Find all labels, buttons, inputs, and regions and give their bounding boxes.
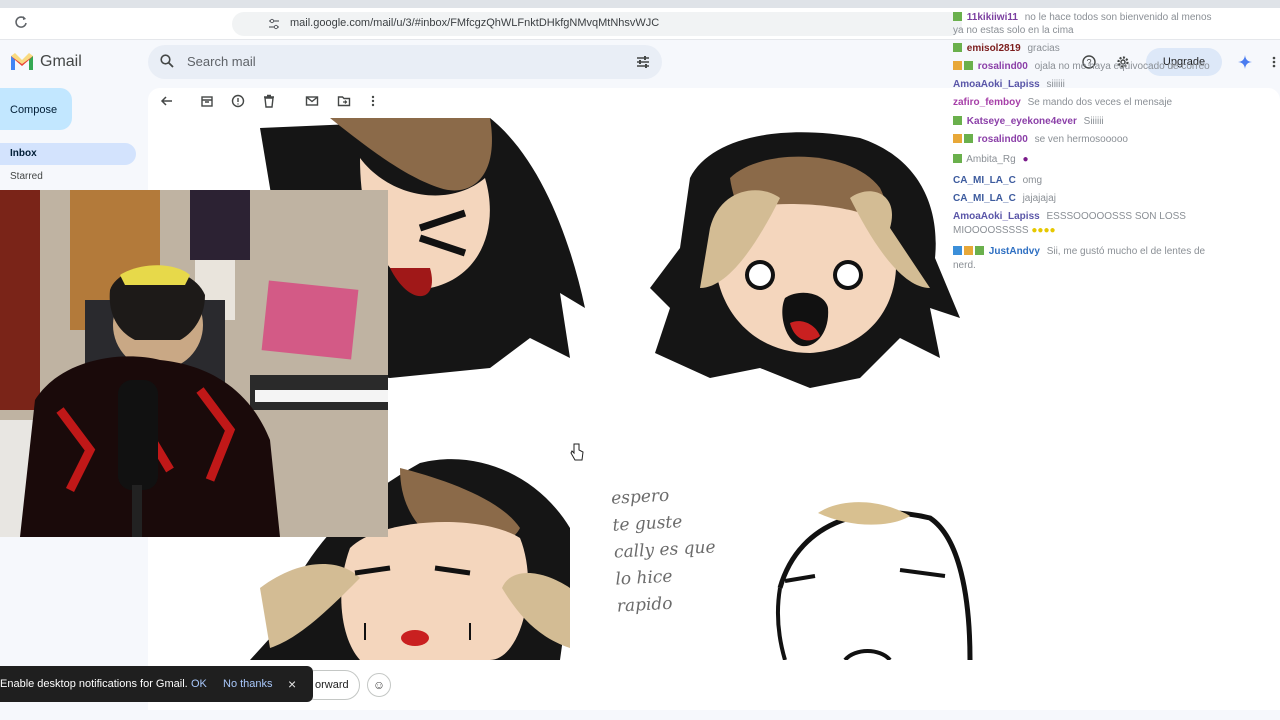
badge-icon (964, 246, 973, 255)
chat-username: CA_MI_LA_C (953, 193, 1016, 204)
chat-message: emisol2819 gracias (953, 40, 1060, 58)
badge-icon (964, 61, 973, 70)
emote-icon: ●●●● (1031, 225, 1056, 236)
chat-username: rosalind00 (977, 134, 1028, 145)
gmail-logo-icon[interactable] (10, 52, 34, 72)
compose-button[interactable]: Compose (0, 88, 72, 130)
chat-username: emisol2819 (966, 43, 1021, 54)
chat-message: rosalind00 ojala no me haya equivocado d… (953, 58, 1210, 76)
emoji-icon[interactable]: ☺ (367, 673, 391, 697)
site-settings-icon[interactable] (268, 17, 280, 30)
url-text: mail.google.com/mail/u/3/#inbox/FMfcgzQh… (290, 17, 660, 29)
chat-text: Sii, me gustó mucho el de lentes de (1046, 246, 1206, 257)
drawing-face-2 (650, 132, 960, 388)
sidebar-item-starred[interactable]: Starred (10, 171, 43, 182)
chat-text: jajajajaj (1022, 193, 1056, 204)
sidebar-item-inbox[interactable]: Inbox (0, 143, 136, 165)
chat-message: zafiro_femboy Se mando dos veces el mens… (953, 94, 1172, 112)
chat-username: CA_MI_LA_C (953, 175, 1016, 186)
chat-username: rosalind00 (977, 61, 1028, 72)
chat-text: ya no estas solo en la cima (953, 25, 1074, 36)
chat-text: Se mando dos veces el mensaje (1027, 97, 1173, 108)
webcam-overlay (0, 190, 388, 537)
stream-chat-overlay: 11kikiiwi11 no le hace todos son bienven… (953, 0, 1280, 280)
lips-emote-icon: ● (1022, 154, 1029, 165)
notification-text: Enable desktop notifications for Gmail. (0, 678, 188, 690)
chat-text: omg (1022, 175, 1043, 186)
chat-message: CA_MI_LA_C omg (953, 172, 1042, 190)
more-vert-icon[interactable] (366, 94, 380, 108)
trash-icon[interactable] (262, 94, 276, 108)
folder-icon[interactable] (337, 94, 351, 108)
chat-text: gracias (1027, 43, 1060, 54)
drawing-face-4 (775, 502, 973, 660)
chat-text: MIOOOOSSSSS (953, 225, 1029, 236)
report-icon[interactable] (231, 94, 245, 108)
chat-message: ya no estas solo en la cima (953, 22, 1074, 40)
badge-icon (953, 134, 962, 143)
chat-message: CA_MI_LA_C jajajajaj (953, 190, 1056, 208)
note-line: rapido (616, 593, 674, 617)
search-input[interactable]: Search mail (187, 54, 256, 69)
chat-username: JustAndvy (988, 246, 1040, 257)
chat-message: nerd. (953, 257, 976, 275)
gmail-wordmark: Gmail (40, 53, 82, 70)
arrow-left-icon[interactable] (160, 94, 174, 108)
chat-username: AmoaAoki_Lapiss (953, 211, 1040, 222)
notification-ok-button[interactable]: OK (191, 678, 207, 690)
chat-message: Katseye_eyekone4ever Siiiiii (953, 113, 1104, 131)
chat-text: ESSSOOOOOSSS SON LOSS (1046, 211, 1186, 222)
badge-icon (953, 116, 962, 125)
chat-message: MIOOOOSSSSS ●●●● (953, 222, 1056, 240)
hand-cursor-icon (570, 443, 584, 461)
chat-message: JustAndvy Sii, me gustó mucho el de lent… (953, 243, 1205, 261)
search-icon[interactable] (160, 54, 174, 68)
chat-username: Ambita_Rg (966, 154, 1016, 165)
chat-text: Siiiiii (1083, 116, 1104, 127)
badge-icon (953, 12, 962, 21)
chat-text: nerd. (953, 260, 976, 271)
badge-icon (953, 43, 962, 52)
chat-message: rosalind00 se ven hermosooooo (953, 131, 1128, 149)
chat-message: AmoaAoki_Lapiss siiiiii (953, 76, 1065, 94)
handwritten-note: espero te guste cally es que lo hice rap… (611, 480, 720, 620)
archive-icon[interactable] (200, 94, 214, 108)
chat-text: siiiiii (1046, 79, 1065, 90)
notification-no-thanks-button[interactable]: No thanks (223, 678, 273, 690)
badge-icon (975, 246, 984, 255)
tune-icon[interactable] (636, 55, 650, 69)
chat-text: se ven hermosooooo (1034, 134, 1128, 145)
note-line: cally es que (613, 537, 717, 563)
chat-message: Ambita_Rg ● (953, 151, 1029, 169)
close-icon[interactable]: × (288, 676, 296, 692)
chat-username: AmoaAoki_Lapiss (953, 79, 1040, 90)
chat-username: Katseye_eyekone4ever (966, 116, 1077, 127)
badge-icon (953, 61, 962, 70)
mail-icon[interactable] (305, 94, 319, 108)
chat-text: ojala no me haya equivocado de correo (1034, 61, 1210, 72)
reload-icon[interactable] (14, 15, 28, 29)
badge-icon (964, 134, 973, 143)
badge-icon (953, 154, 962, 163)
badge-icon (953, 246, 962, 255)
chat-username: zafiro_femboy (953, 97, 1021, 108)
